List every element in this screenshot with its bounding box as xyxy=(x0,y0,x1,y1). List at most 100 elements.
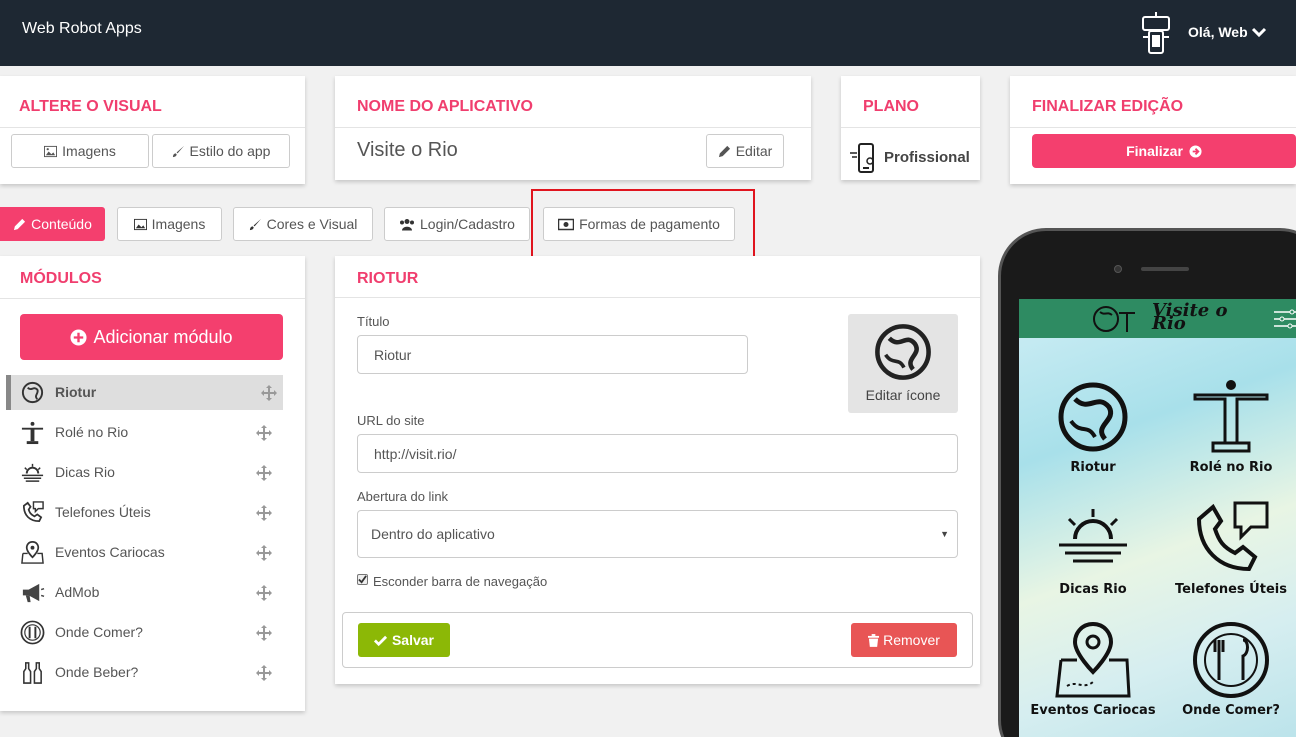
module-item[interactable]: Rolé no Rio xyxy=(6,415,283,450)
brush-icon xyxy=(172,145,184,157)
link-open-label: Abertura do link xyxy=(357,489,449,504)
hide-nav-label: Esconder barra de navegação xyxy=(373,574,548,589)
module-label: Rolé no Rio xyxy=(55,424,129,440)
riotur-icon xyxy=(875,324,931,380)
module-item[interactable]: Riotur xyxy=(6,375,283,410)
phone-speaker xyxy=(1141,267,1189,271)
drag-move-icon[interactable] xyxy=(255,544,273,562)
phone-app-title: Visite o Rio xyxy=(1152,300,1228,334)
phone-chat-icon xyxy=(1196,501,1269,572)
christ-statue-icon xyxy=(1193,380,1269,453)
images-button-label: Imagens xyxy=(62,143,116,159)
module-label: Eventos Cariocas xyxy=(55,544,165,560)
phone-grid-item[interactable]: Dicas Rio xyxy=(1023,499,1163,597)
mobile-settings-icon xyxy=(850,143,874,173)
tab-colors[interactable]: Cores e Visual xyxy=(233,207,373,241)
module-item[interactable]: Onde Beber? xyxy=(6,655,283,690)
trash-icon xyxy=(868,633,880,647)
finish-button[interactable]: Finalizar xyxy=(1032,134,1296,168)
save-button-label: Salvar xyxy=(391,632,435,648)
tab-content[interactable]: Conteúdo xyxy=(0,207,105,241)
brush-icon xyxy=(249,218,261,230)
phone-grid-label: Riotur xyxy=(1070,460,1116,475)
images-button[interactable]: Imagens xyxy=(11,134,149,168)
remove-button-label: Remover xyxy=(883,632,940,648)
modules-card: MÓDULOS Adicionar módulo Riotur Rolé no … xyxy=(0,256,305,711)
drag-move-icon[interactable] xyxy=(255,504,273,522)
tab-images[interactable]: Imagens xyxy=(117,207,222,241)
image-icon xyxy=(44,145,58,157)
menu-sliders-icon[interactable] xyxy=(1274,309,1296,329)
phone-grid-label: Eventos Cariocas xyxy=(1030,703,1156,718)
link-open-select[interactable]: Dentro do aplicativo ▼ xyxy=(357,510,958,558)
url-field-label: URL do site xyxy=(357,413,425,428)
phone-grid-item[interactable]: Eventos Cariocas xyxy=(1023,620,1163,718)
riotur-icon xyxy=(21,381,44,404)
sunset-icon xyxy=(21,463,44,482)
arrow-circle-right-icon xyxy=(1189,144,1202,158)
add-module-label: Adicionar módulo xyxy=(93,326,233,347)
title-input[interactable]: Riotur xyxy=(357,335,748,374)
add-module-button[interactable]: Adicionar módulo xyxy=(20,314,283,360)
finish-card: FINALIZAR EDIÇÃO Finalizar xyxy=(1010,76,1296,184)
christ-statue-icon xyxy=(21,421,44,445)
tab-login-label: Login/Cadastro xyxy=(420,216,515,232)
module-label: AdMob xyxy=(55,584,100,600)
editor-actions: Salvar Remover xyxy=(342,612,973,668)
highlight-box xyxy=(531,189,755,265)
drag-move-icon[interactable] xyxy=(255,464,273,482)
edit-appname-button[interactable]: Editar xyxy=(706,134,784,168)
phone-grid-item[interactable]: Riotur xyxy=(1023,377,1163,475)
title-field-label: Título xyxy=(357,314,390,329)
drag-move-icon[interactable] xyxy=(255,664,273,682)
user-greeting[interactable]: Olá, Web xyxy=(1188,24,1248,40)
module-item[interactable]: Eventos Cariocas xyxy=(6,535,283,570)
module-editor-card: RIOTUR Título Riotur Editar ícone URL do… xyxy=(335,256,980,684)
visual-card: ALTERE O VISUAL Imagens Estilo do app xyxy=(0,76,305,184)
phone-grid-item[interactable]: Telefones Úteis xyxy=(1161,499,1296,597)
module-label: Dicas Rio xyxy=(55,464,115,480)
phone-grid-item[interactable]: Onde Comer? xyxy=(1161,620,1296,718)
url-input[interactable]: http://visit.rio/ xyxy=(357,434,958,473)
module-item[interactable]: Telefones Úteis xyxy=(6,495,283,530)
phone-camera xyxy=(1114,265,1122,273)
robot-avatar-icon[interactable] xyxy=(1138,11,1174,55)
finish-button-label: Finalizar xyxy=(1126,143,1183,159)
chevron-down-icon[interactable] xyxy=(1251,24,1267,40)
phone-grid-label: Onde Comer? xyxy=(1182,703,1280,718)
drag-move-icon[interactable] xyxy=(255,424,273,442)
image-icon xyxy=(133,218,147,230)
brand-title[interactable]: Web Robot Apps xyxy=(22,20,142,38)
app-style-button-label: Estilo do app xyxy=(189,143,271,159)
hide-nav-checkbox[interactable] xyxy=(357,574,368,585)
phone-grid-item[interactable]: Rolé no Rio xyxy=(1161,377,1296,475)
module-item[interactable]: Onde Comer? xyxy=(6,615,283,650)
megaphone-icon xyxy=(22,583,45,603)
edit-icon-button[interactable]: Editar ícone xyxy=(848,314,958,413)
module-editor-title: RIOTUR xyxy=(335,256,980,298)
module-item[interactable]: Dicas Rio xyxy=(6,455,283,490)
plan-card-title: PLANO xyxy=(841,76,980,128)
plan-name: Profissional xyxy=(884,149,970,166)
checkmark-icon xyxy=(358,575,367,584)
drag-move-icon[interactable] xyxy=(255,584,273,602)
app-logo-icon xyxy=(1093,306,1135,332)
phone-app-header: Visite o Rio xyxy=(1019,299,1296,338)
drag-move-icon[interactable] xyxy=(260,384,278,402)
drag-move-icon[interactable] xyxy=(255,624,273,642)
tab-images-label: Imagens xyxy=(151,216,206,232)
sunset-icon xyxy=(1059,509,1127,563)
tab-login[interactable]: Login/Cadastro xyxy=(384,207,530,241)
app-name-value: Visite o Rio xyxy=(357,139,458,161)
beer-bottles-icon xyxy=(23,662,42,684)
modules-card-title: MÓDULOS xyxy=(0,256,305,299)
link-open-value: Dentro do aplicativo xyxy=(371,526,495,542)
module-item[interactable]: AdMob xyxy=(6,575,283,610)
remove-button[interactable]: Remover xyxy=(851,623,957,657)
phone-screen: Visite o Rio Riotur Rolé no Rio Dicas Ri… xyxy=(1019,299,1296,737)
map-pin-icon xyxy=(1055,621,1131,698)
check-icon xyxy=(373,635,387,646)
tab-colors-label: Cores e Visual xyxy=(266,216,358,232)
save-button[interactable]: Salvar xyxy=(358,623,450,657)
app-style-button[interactable]: Estilo do app xyxy=(152,134,290,168)
